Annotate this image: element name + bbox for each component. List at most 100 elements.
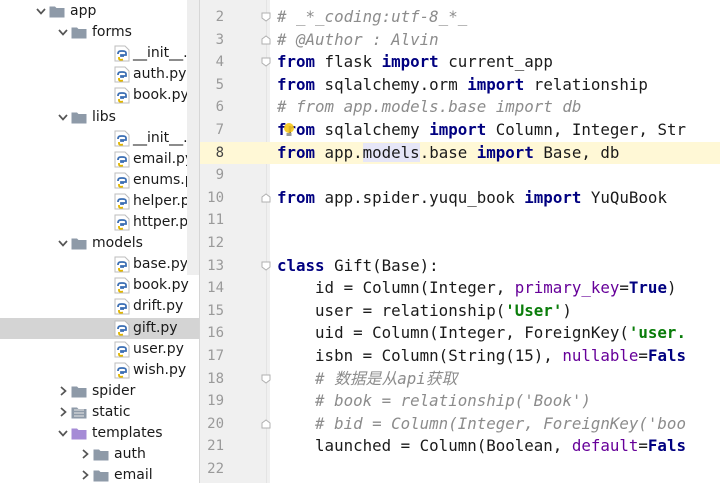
folder-icon [93, 470, 109, 482]
code-line[interactable]: from app.spider.yuqu_book import YuQuBoo… [277, 187, 667, 210]
code-line[interactable]: from app.models.base import Base, db [277, 142, 619, 165]
code-line[interactable]: launched = Column(Boolean, default=Fals [277, 435, 686, 458]
chevron-down-icon[interactable] [58, 237, 68, 249]
tree-folder-spider[interactable]: spider [0, 381, 187, 402]
fold-collapse-icon[interactable] [261, 261, 271, 271]
code-line[interactable]: # book = relationship('Book') [277, 390, 591, 413]
line-number: 18 [207, 370, 224, 387]
tree-folder-app[interactable]: app [0, 1, 187, 22]
chevron-down-icon[interactable] [58, 26, 68, 38]
code-line[interactable]: # _*_coding:utf-8_*_ [277, 6, 467, 29]
folder-icon [71, 112, 87, 123]
tree-item-label: static [92, 403, 131, 420]
tree-folder-static[interactable]: static [0, 402, 187, 423]
tree-file-helper-py[interactable]: helper.py [0, 191, 198, 212]
code-token: Column, Integer, Str [486, 120, 686, 139]
tree-file-__init__-py[interactable]: __init__.py [0, 43, 199, 64]
line-number: 7 [215, 122, 224, 138]
code-line[interactable]: id = Column(Integer, primary_key=True) [277, 277, 676, 300]
tree-folder-templates[interactable]: templates [0, 423, 187, 444]
chevron-right-icon[interactable] [58, 406, 68, 418]
chevron-right-icon[interactable] [80, 469, 90, 481]
tree-file-user-py[interactable]: user.py [0, 339, 187, 360]
code-token: from [277, 142, 316, 162]
code-line[interactable]: from flask import current_app [277, 51, 553, 74]
code-token: # book = relationship('Book') [277, 391, 591, 411]
line-number: 4 [215, 54, 224, 71]
code-line[interactable]: from sqlalchemy import Column, Integer, … [277, 119, 686, 142]
tree-file-email-py[interactable]: email.py [0, 149, 193, 170]
tree-file-auth-py[interactable]: auth.py [0, 64, 187, 85]
tree-file-book-py[interactable]: book.py [0, 85, 189, 106]
tree-item-label: spider [92, 382, 136, 399]
code-token: import [467, 74, 525, 94]
tree-item-label: forms [92, 24, 132, 41]
tree-file-enums-py[interactable]: enums.py [0, 170, 199, 191]
chevron-down-icon[interactable] [58, 427, 68, 439]
code-token: sqlalchemy.orm [315, 74, 468, 94]
chevron-right-icon[interactable] [58, 385, 68, 397]
python-file-icon [114, 66, 130, 83]
tree-file-wish-py[interactable]: wish.py [0, 360, 187, 381]
tree-folder-email[interactable]: email [0, 465, 187, 483]
code-token: relationship [524, 74, 648, 94]
code-token: current_app [438, 52, 553, 72]
chevron-down-icon[interactable] [36, 5, 46, 17]
fold-end-icon[interactable] [261, 34, 271, 45]
tree-file-gift-py[interactable]: gift.py [0, 317, 199, 339]
tree-folder-models[interactable]: models [0, 233, 187, 254]
code-line[interactable]: isbn = Column(String(15), nullable=Fals [277, 345, 686, 368]
code-editor[interactable]: 2 # _*_coding:utf-8_*_ 3 # @Author : Alvin 4… [200, 0, 720, 483]
code-line[interactable]: # 数据是从api获取 [277, 368, 457, 391]
tree-file-book-py[interactable]: book.py [0, 275, 189, 296]
fold-collapse-icon[interactable] [261, 374, 271, 384]
folder-icon [71, 386, 87, 398]
code-line[interactable]: # from app.models.base import db [277, 96, 581, 119]
tree-file-base-py[interactable]: base.py [0, 254, 188, 275]
line-number: 11 [207, 212, 224, 229]
code-token: default [571, 436, 639, 456]
fold-collapse-icon[interactable] [261, 57, 271, 67]
python-file-icon [114, 214, 130, 231]
line-number: 14 [207, 280, 224, 297]
tree-folder-libs[interactable]: libs [0, 107, 187, 128]
fold-collapse-icon[interactable] [261, 12, 271, 22]
project-tree-scrollbar[interactable] [187, 0, 199, 275]
fold-end-icon[interactable] [261, 193, 271, 203]
code-token: = [638, 346, 648, 365]
lightbulb-icon[interactable] [282, 122, 296, 138]
code-line[interactable]: uid = Column(Integer, ForeignKey('user. [277, 322, 686, 345]
code-token: class [277, 255, 325, 275]
chevron-down-icon[interactable] [58, 111, 68, 123]
python-file-icon [114, 362, 130, 379]
tree-file-httper-py[interactable]: httper.py [0, 212, 196, 233]
code-token: import [429, 120, 487, 139]
folder-icon [71, 407, 87, 419]
code-line[interactable]: class Gift(Base): [277, 255, 439, 278]
python-file-icon [114, 87, 130, 104]
code-token: import [524, 187, 582, 207]
python-file-icon [114, 172, 130, 189]
chevron-right-icon[interactable] [80, 448, 90, 460]
code-line[interactable]: from sqlalchemy.orm import relationship [277, 74, 648, 97]
code-line[interactable]: # bid = Column(Integer, ForeignKey('boo [277, 413, 686, 436]
code-line[interactable]: # @Author : Alvin [277, 29, 439, 52]
line-number: 21 [207, 438, 224, 455]
code-token: 'User' [505, 300, 563, 320]
python-file-icon [114, 151, 130, 168]
code-line[interactable]: user = relationship('User') [277, 300, 572, 323]
code-token: Fals [647, 346, 686, 365]
fold-end-icon[interactable] [261, 419, 271, 429]
line-number: 19 [207, 393, 224, 410]
python-file-icon [114, 193, 130, 210]
line-number: 22 [207, 461, 224, 477]
tree-item-label: user.py [133, 340, 184, 357]
fold-separator [266, 0, 267, 483]
line-number: 2 [215, 9, 224, 25]
tree-folder-forms[interactable]: forms [0, 22, 187, 43]
tree-file-drift-py[interactable]: drift.py [0, 296, 187, 317]
tree-item-label: email [114, 467, 153, 483]
tree-file-__init__-py[interactable]: __init__.py [0, 128, 199, 149]
code-token: sqlalchemy [315, 120, 430, 139]
tree-folder-auth[interactable]: auth [0, 444, 187, 465]
